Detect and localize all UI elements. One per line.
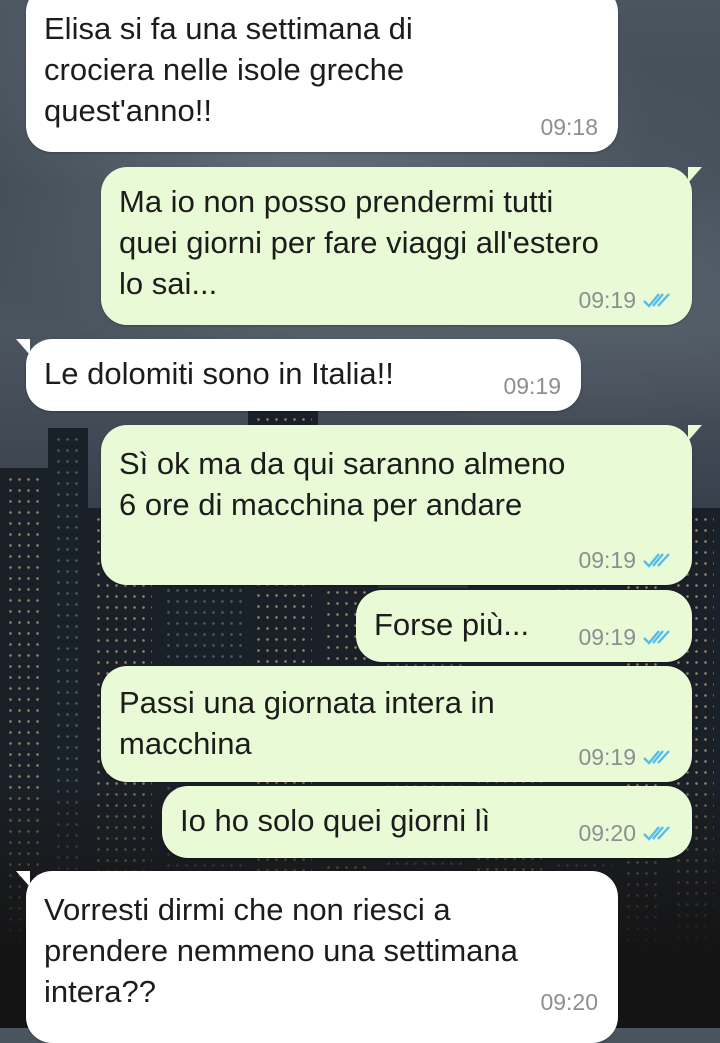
message-bubble-outgoing[interactable]: Forse più... 09:19	[356, 590, 692, 662]
message-bubble-incoming[interactable]: Elisa si fa una settimana di crociera ne…	[26, 0, 618, 152]
message-time: 09:19	[503, 373, 561, 399]
bubble-tail	[688, 167, 702, 183]
message-text: Le dolomiti sono in Italia!!	[44, 356, 394, 391]
message-meta: 09:20	[578, 820, 672, 846]
message-bubble-outgoing[interactable]: Ma io non posso prendermi tutti quei gio…	[101, 167, 702, 325]
message-meta: 09:19	[578, 547, 672, 573]
message-meta: 09:19	[503, 373, 561, 399]
bubble-tail	[16, 339, 30, 355]
message-bubble-outgoing[interactable]: Passi una giornata intera in macchina 09…	[101, 666, 692, 782]
message-text: Vorresti dirmi che non riesci a prendere…	[44, 892, 518, 1009]
message-time: 09:20	[540, 989, 598, 1015]
message-text: Ma io non posso prendermi tutti quei gio…	[119, 184, 599, 301]
message-meta: 09:19	[578, 744, 672, 770]
double-check-icon	[643, 630, 670, 645]
message-time: 09:18	[540, 114, 598, 140]
message-time: 09:19	[578, 287, 636, 313]
double-check-icon	[643, 553, 670, 568]
message-text: Elisa si fa una settimana di crociera ne…	[44, 11, 413, 128]
message-bubble-outgoing[interactable]: Io ho solo quei giorni lì 09:20	[162, 786, 692, 858]
message-bubble-outgoing[interactable]: Sì ok ma da qui saranno almeno 6 ore di …	[101, 425, 702, 585]
message-time: 09:19	[578, 624, 636, 650]
bubble-tail	[688, 425, 702, 441]
bubble-tail	[16, 871, 30, 887]
message-time: 09:20	[578, 820, 636, 846]
message-text: Sì ok ma da qui saranno almeno 6 ore di …	[119, 446, 566, 522]
message-meta: 09:19	[578, 624, 672, 650]
message-bubble-incoming[interactable]: Le dolomiti sono in Italia!! 09:19	[16, 339, 581, 411]
message-time: 09:19	[578, 547, 636, 573]
double-check-icon	[643, 826, 670, 841]
message-time: 09:19	[578, 744, 636, 770]
double-check-icon	[643, 293, 670, 308]
message-bubble-incoming[interactable]: Vorresti dirmi che non riesci a prendere…	[16, 871, 618, 1043]
double-check-icon	[643, 750, 670, 765]
message-meta: 09:18	[540, 114, 598, 140]
message-meta: 09:19	[578, 287, 672, 313]
message-meta: 09:20	[540, 989, 598, 1015]
